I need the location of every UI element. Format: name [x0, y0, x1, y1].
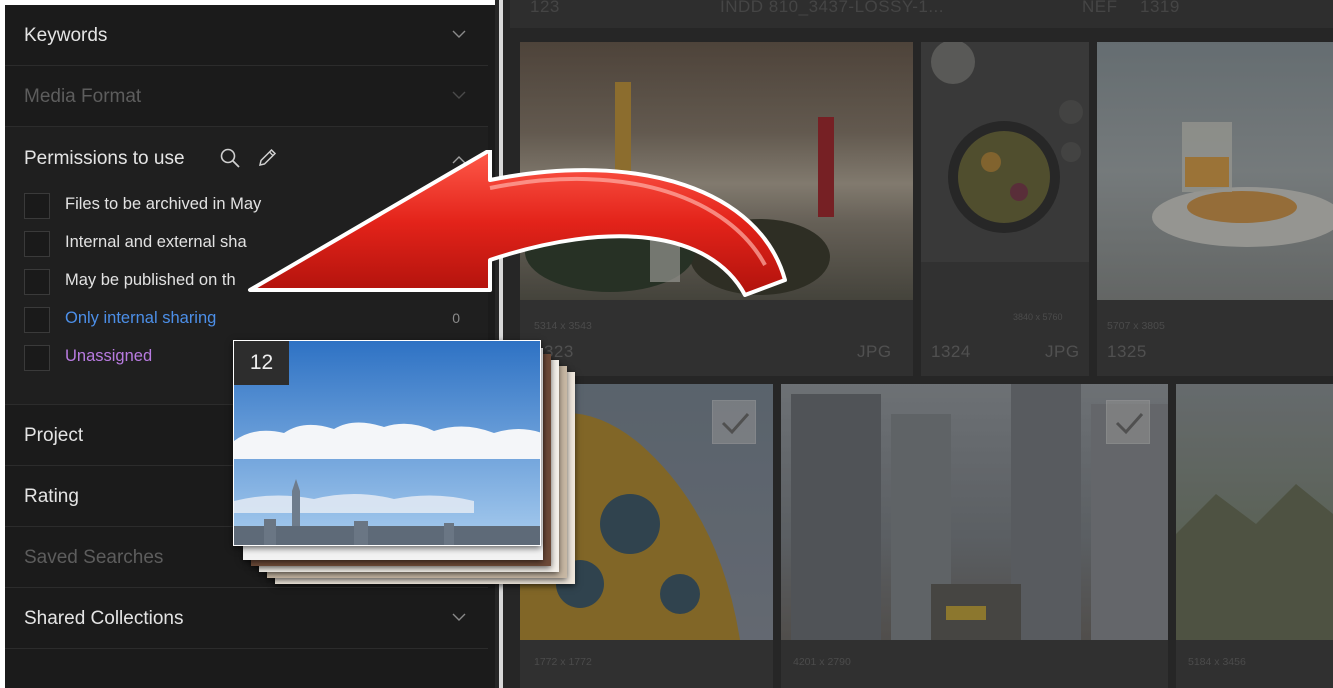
chevron-down-icon[interactable]	[452, 30, 466, 40]
asset-ext: NEF	[1082, 0, 1118, 16]
asset-dimensions: 4201 x 2790	[793, 656, 851, 668]
selection-checkbox[interactable]	[712, 400, 756, 444]
chevron-down-icon[interactable]	[452, 613, 466, 623]
permissions-title: Permissions to use	[24, 148, 185, 169]
checkbox[interactable]	[24, 269, 50, 295]
drag-preview-stack: 12	[233, 340, 578, 585]
section-title: Keywords	[24, 25, 108, 46]
asset-dimensions: 5184 x 3456	[1188, 656, 1246, 668]
asset-tile[interactable]: 5184 x 3456	[1176, 384, 1333, 688]
checkbox[interactable]	[24, 307, 50, 333]
asset-tile[interactable]: 4201 x 2790	[781, 384, 1168, 688]
checkbox[interactable]	[24, 231, 50, 257]
asset-ext: JPG	[857, 342, 892, 361]
asset-name: INDD 810_3437-LOSSY-1...	[720, 0, 944, 16]
asset-dimensions: 3840 x 5760	[1013, 312, 1063, 322]
asset-thumbnail[interactable]	[921, 42, 1089, 300]
asset-name: 1324	[931, 342, 971, 361]
asset-name: 1325	[1107, 342, 1147, 361]
filter-section-media-format[interactable]: Media Format	[5, 66, 488, 127]
asset-dimensions: 1772 x 1772	[534, 656, 592, 668]
search-icon[interactable]	[219, 147, 241, 174]
asset-thumbnail[interactable]	[1097, 42, 1333, 300]
filter-section-keywords[interactable]: Keywords	[5, 5, 488, 66]
chevron-down-icon[interactable]	[452, 91, 466, 101]
filter-section-shared-collections[interactable]: Shared Collections	[5, 588, 488, 649]
section-title: Shared Collections	[24, 608, 184, 629]
asset-ext: JPG	[1045, 342, 1080, 361]
grid-row-partial: 123 INDD 810_3437-LOSSY-1... NEF 1319	[510, 0, 1333, 28]
selection-checkbox[interactable]	[1106, 400, 1150, 444]
asset-grid: 123 INDD 810_3437-LOSSY-1... NEF 1319 53…	[510, 0, 1333, 688]
option-label: Unassigned	[65, 347, 153, 365]
section-title: Saved Searches	[24, 547, 164, 568]
asset-dimensions: 5707 x 3805	[1107, 320, 1165, 332]
asset-name: 123	[530, 0, 560, 16]
option-label: May be published on th	[65, 271, 236, 289]
asset-name: 1319	[1140, 0, 1180, 16]
section-title: Media Format	[24, 86, 142, 107]
checkbox[interactable]	[24, 345, 50, 371]
curved-arrow-icon	[248, 150, 787, 297]
asset-thumbnail[interactable]	[1176, 384, 1333, 640]
selection-count-badge: 12	[234, 341, 289, 385]
asset-tile[interactable]: 5707 x 3805 1325	[1097, 42, 1333, 376]
section-title: Project	[24, 425, 84, 446]
section-title: Rating	[24, 486, 79, 507]
asset-dimensions: 5314 x 3543	[534, 320, 592, 332]
option-label: Internal and external sha	[65, 233, 247, 251]
checkbox[interactable]	[24, 193, 50, 219]
asset-tile[interactable]: 3840 x 5760 1324 JPG	[921, 42, 1089, 376]
option-label: Files to be archived in May	[65, 195, 262, 213]
option-label: Only internal sharing	[65, 309, 217, 327]
